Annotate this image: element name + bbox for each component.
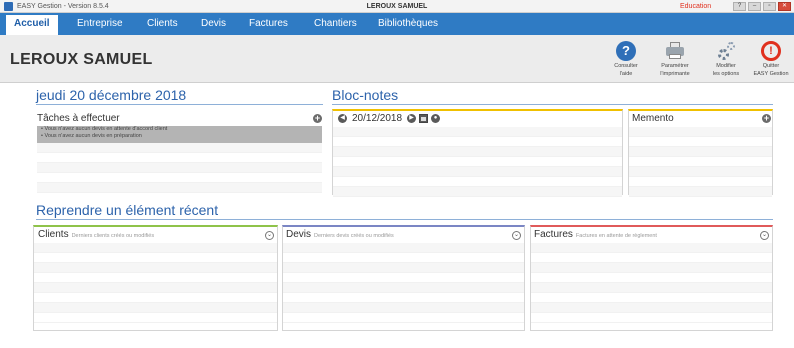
notes-date: 20/12/2018 xyxy=(352,113,403,124)
chevron-down-icon[interactable]: ⌄ xyxy=(265,231,274,240)
recent-devis-panel[interactable] xyxy=(282,225,525,331)
window-title: LEROUX SAMUEL xyxy=(366,3,428,10)
notes-date-navigator: ◀ 20/12/2018 ▶ ● xyxy=(338,113,441,124)
gear-icon xyxy=(716,41,736,61)
recent-divider xyxy=(36,219,773,220)
help-tool-label-1: Consulter xyxy=(614,63,638,69)
recent-factures-title: Factures xyxy=(534,229,573,240)
menu-accueil[interactable]: Accueil xyxy=(6,13,58,35)
power-icon: ! xyxy=(761,41,781,61)
help-tool-button[interactable]: ? Consulter l'aide xyxy=(603,41,649,77)
task-item[interactable]: • Vous n'avez aucun devis en préparation xyxy=(37,133,322,140)
edition-label: Education xyxy=(680,3,712,10)
next-day-icon[interactable]: ▶ xyxy=(407,114,417,123)
window-help-button[interactable]: ? xyxy=(733,2,746,11)
printer-tool-label-2: l'imprimante xyxy=(660,71,690,77)
tasks-list: • Vous n'avez aucun devis en attente d'a… xyxy=(37,126,322,143)
main-menu-bar: Accueil Entreprise Clients Devis Facture… xyxy=(0,13,794,35)
quit-tool-label-1: Quitter xyxy=(762,63,780,69)
recent-factures-header: Factures Factures en attente de règlement xyxy=(534,229,657,240)
close-window-button[interactable]: ✕ xyxy=(778,2,791,11)
maximize-button[interactable]: ▫ xyxy=(763,2,776,11)
quit-tool-button[interactable]: ! Quitter EASY Gestion xyxy=(748,41,794,77)
menu-clients[interactable]: Clients xyxy=(147,13,178,35)
recent-clients-header: Clients Derniers clients créés ou modifié… xyxy=(38,229,154,240)
quit-tool-label-2: EASY Gestion xyxy=(753,71,789,77)
recent-factures-subtitle: Factures en attente de règlement xyxy=(575,233,657,239)
recent-devis-header: Devis Derniers devis créés ou modifiés xyxy=(286,229,394,240)
menu-bibliotheques[interactable]: Bibliothèques xyxy=(378,13,438,35)
options-tool-label-1: Modifier xyxy=(716,63,736,69)
home-header: LEROUX SAMUEL ? Consulter l'aide Paramét… xyxy=(0,35,794,83)
minimize-button[interactable]: – xyxy=(748,2,761,11)
tasks-title: Tâches à effectuer xyxy=(37,113,120,124)
recent-section-title: Reprendre un élément récent xyxy=(36,202,219,218)
menu-factures[interactable]: Factures xyxy=(249,13,288,35)
recent-clients-subtitle: Derniers clients créés ou modifiés xyxy=(71,233,155,239)
bloc-notes-title: Bloc-notes xyxy=(332,87,399,103)
recent-clients-panel[interactable] xyxy=(33,225,278,331)
agenda-divider xyxy=(36,104,323,105)
tasks-empty-rows xyxy=(37,143,322,193)
help-tool-label-2: l'aide xyxy=(619,71,633,77)
recent-devis-title: Devis xyxy=(286,229,312,240)
options-tool-button[interactable]: Modifier les options xyxy=(703,41,749,77)
previous-day-icon[interactable]: ◀ xyxy=(338,114,347,123)
help-icon: ? xyxy=(616,41,636,61)
calendar-icon[interactable] xyxy=(419,114,429,123)
agenda-date-title: jeudi 20 décembre 2018 xyxy=(36,87,187,103)
menu-devis[interactable]: Devis xyxy=(201,13,226,35)
chevron-down-icon[interactable]: ⌄ xyxy=(512,231,521,240)
options-tool-label-2: les options xyxy=(712,71,740,77)
recent-clients-title: Clients xyxy=(38,229,69,240)
add-task-icon[interactable]: + xyxy=(313,114,322,123)
printer-tool-button[interactable]: Paramétrer l'imprimante xyxy=(652,41,698,77)
today-icon[interactable]: ● xyxy=(431,114,441,123)
menu-chantiers[interactable]: Chantiers xyxy=(314,13,357,35)
printer-tool-label-1: Paramétrer xyxy=(661,63,689,69)
chevron-down-icon[interactable]: ⌄ xyxy=(760,231,769,240)
recent-devis-subtitle: Derniers devis créés ou modifiés xyxy=(314,233,394,239)
task-item[interactable]: • Vous n'avez aucun devis en attente d'a… xyxy=(37,126,322,133)
title-bar: EASY Gestion - Version 8.5.4 LEROUX SAMU… xyxy=(0,0,794,13)
window-controls: ? – ▫ ✕ xyxy=(733,2,791,11)
printer-icon xyxy=(665,41,685,61)
memento-title: Memento xyxy=(632,113,674,124)
add-memento-icon[interactable]: + xyxy=(762,114,771,123)
recent-factures-panel[interactable] xyxy=(530,225,773,331)
user-name-title: LEROUX SAMUEL xyxy=(10,51,153,68)
menu-entreprise[interactable]: Entreprise xyxy=(77,13,123,35)
bloc-notes-divider xyxy=(332,104,773,105)
